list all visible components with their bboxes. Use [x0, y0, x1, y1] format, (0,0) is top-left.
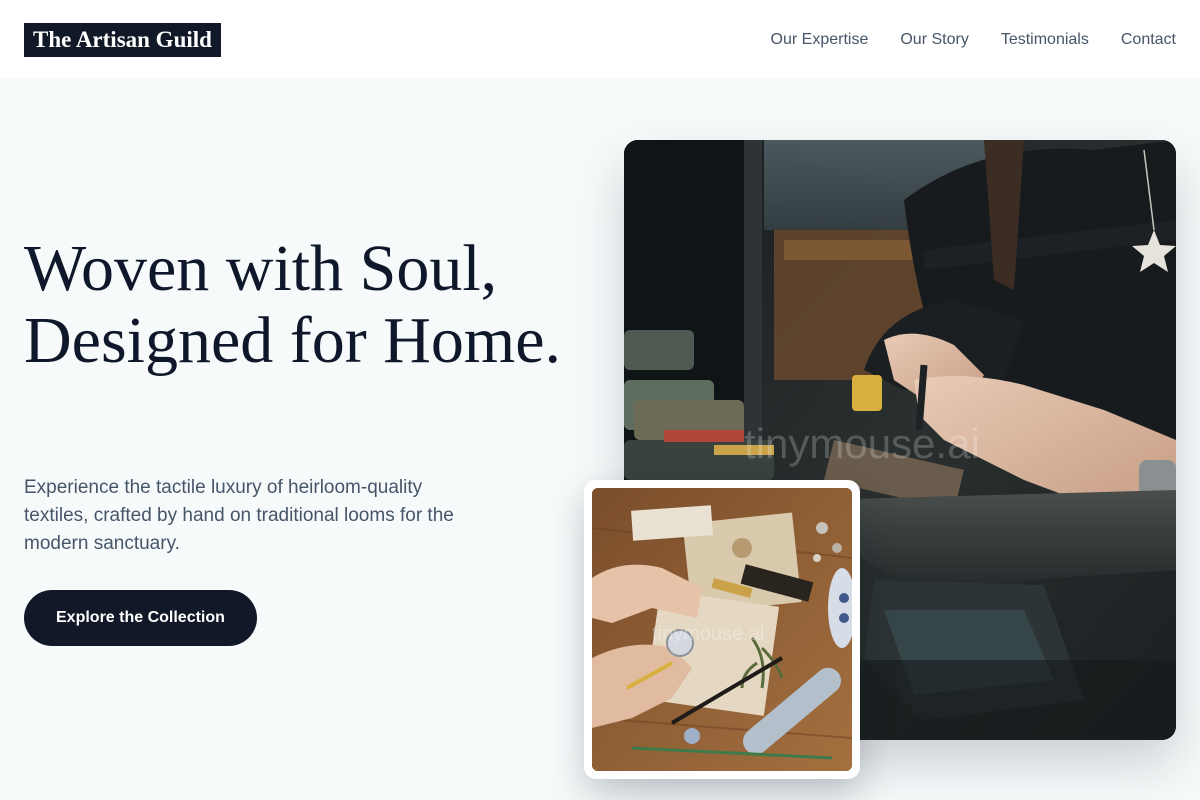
nav-link-contact[interactable]: Contact: [1121, 28, 1176, 52]
craft-table-image: tinymouse.ai: [592, 488, 852, 771]
explore-collection-button[interactable]: Explore the Collection: [24, 590, 257, 646]
site-logo[interactable]: The Artisan Guild: [24, 23, 221, 57]
hero-title: Woven with Soul, Designed for Home.: [24, 232, 562, 377]
hero-subtitle: Experience the tactile luxury of heirloo…: [24, 477, 454, 554]
nav-link-testimonials[interactable]: Testimonials: [1001, 28, 1089, 52]
nav-link-our-story[interactable]: Our Story: [900, 28, 968, 52]
site-header: The Artisan Guild Our Expertise Our Stor…: [0, 0, 1200, 79]
main-nav: Our Expertise Our Story Testimonials Con…: [771, 28, 1176, 52]
main-watermark: tinymouse.ai: [744, 420, 980, 467]
hero-inset-photo: tinymouse.ai: [584, 480, 860, 779]
inset-watermark: tinymouse.ai: [652, 623, 764, 645]
nav-link-our-expertise[interactable]: Our Expertise: [771, 28, 869, 52]
